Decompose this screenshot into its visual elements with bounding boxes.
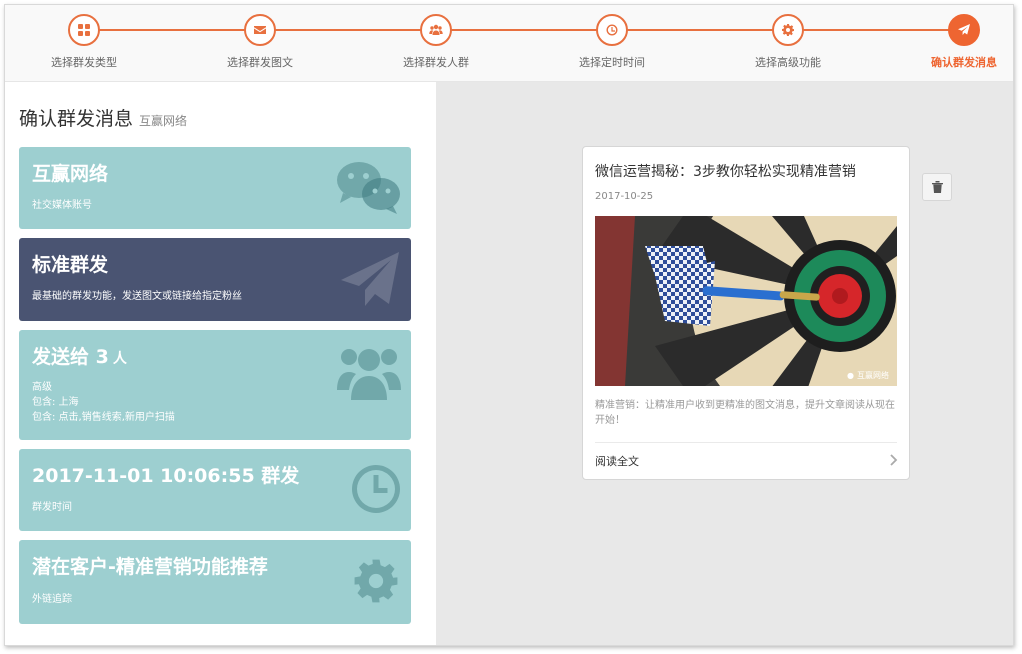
- step-label: 选择群发类型: [51, 56, 117, 69]
- paper-plane-icon: [948, 14, 980, 46]
- advanced-title: 潜在客户-精准营销功能推荐: [32, 556, 268, 578]
- grid-icon: [68, 14, 100, 46]
- wechat-icon: [335, 159, 401, 219]
- page-title-text: 确认群发消息: [19, 108, 134, 130]
- send-type-description: 最基础的群发功能，发送图文或链接给指定粉丝: [32, 291, 242, 302]
- article-cover-image: ● 互赢网络: [595, 216, 897, 386]
- summary-pane: 确认群发消息 互赢网络 互赢网络 社交媒体账号 标准群发 最基础的群发功能，发送图…: [5, 82, 436, 645]
- account-type: 社交媒体账号: [32, 200, 92, 211]
- article-date: 2017-10-25: [595, 191, 654, 202]
- clock-icon: [596, 14, 628, 46]
- paper-plane-icon: [339, 250, 401, 312]
- step-select-audience[interactable]: 选择群发人群: [366, 14, 506, 70]
- chevron-right-icon[interactable]: [887, 452, 899, 466]
- progress-stepper: 选择群发类型 选择群发图文 选择群发人群 选择定时时间 选择高级功能 确认群发消…: [5, 5, 1013, 82]
- advanced-feature: 外链追踪: [32, 594, 72, 605]
- image-watermark: ● 互赢网络: [847, 370, 889, 381]
- article-title: 微信运营揭秘：3步教你轻松实现精准营销: [595, 164, 856, 180]
- step-select-time[interactable]: 选择定时时间: [542, 14, 682, 70]
- divider: [595, 442, 897, 443]
- article-preview-card[interactable]: 微信运营揭秘：3步教你轻松实现精准营销 2017-10-25 ● 互赢网络 精准…: [582, 146, 910, 480]
- step-label: 选择群发人群: [403, 56, 469, 69]
- page-subtitle: 互赢网络: [139, 114, 188, 128]
- step-confirm[interactable]: 确认群发消息: [894, 14, 1013, 70]
- audience-unit: 人: [112, 351, 127, 367]
- read-more-link[interactable]: 阅读全文: [595, 453, 639, 469]
- article-description: 精准营销：让精准用户收到更精准的图文消息，提升文章阅读从现在开始！: [595, 400, 895, 426]
- advanced-card[interactable]: 潜在客户-精准营销功能推荐 外链追踪: [19, 540, 411, 624]
- gear-icon: [772, 14, 804, 46]
- step-select-advanced[interactable]: 选择高级功能: [718, 14, 858, 70]
- audience-tags: 包含: 点击,销售线索,新用户扫描: [32, 412, 175, 423]
- account-card[interactable]: 互赢网络 社交媒体账号: [19, 147, 411, 229]
- step-select-article[interactable]: 选择群发图文: [190, 14, 330, 70]
- send-type-card[interactable]: 标准群发 最基础的群发功能，发送图文或链接给指定粉丝: [19, 238, 411, 321]
- step-label: 确认群发消息: [931, 56, 997, 69]
- step-label: 选择高级功能: [755, 56, 821, 69]
- audience-location: 包含: 上海: [32, 397, 79, 408]
- audience-count: 发送给 3: [32, 346, 109, 368]
- clock-icon: [351, 464, 401, 518]
- envelope-icon: [244, 14, 276, 46]
- schedule-card[interactable]: 2017-11-01 10:06:55 群发 群发时间: [19, 449, 411, 531]
- send-type-title: 标准群发: [32, 254, 109, 276]
- trash-icon: [931, 178, 943, 197]
- preview-pane: 微信运营揭秘：3步教你轻松实现精准营销 2017-10-25 ● 互赢网络 精准…: [436, 82, 1013, 645]
- step-label: 选择定时时间: [579, 56, 645, 69]
- app-frame: 选择群发类型 选择群发图文 选择群发人群 选择定时时间 选择高级功能 确认群发消…: [4, 4, 1014, 646]
- schedule-datetime: 2017-11-01 10:06:55 群发: [32, 465, 300, 487]
- users-icon: [337, 342, 401, 406]
- wechat-icon: ●: [847, 371, 854, 380]
- step-label: 选择群发图文: [227, 56, 293, 69]
- page-title: 确认群发消息 互赢网络: [19, 104, 187, 131]
- audience-card[interactable]: 发送给 3人 高级 包含: 上海 包含: 点击,销售线索,新用户扫描: [19, 330, 411, 440]
- schedule-label: 群发时间: [32, 502, 72, 513]
- watermark-text: 互赢网络: [857, 371, 889, 380]
- audience-title: 发送给 3人: [32, 342, 127, 369]
- gear-icon: [351, 556, 401, 610]
- step-select-type[interactable]: 选择群发类型: [14, 14, 154, 70]
- users-icon: [420, 14, 452, 46]
- account-name: 互赢网络: [32, 163, 109, 185]
- delete-button[interactable]: [922, 173, 952, 201]
- audience-level: 高级: [32, 382, 52, 393]
